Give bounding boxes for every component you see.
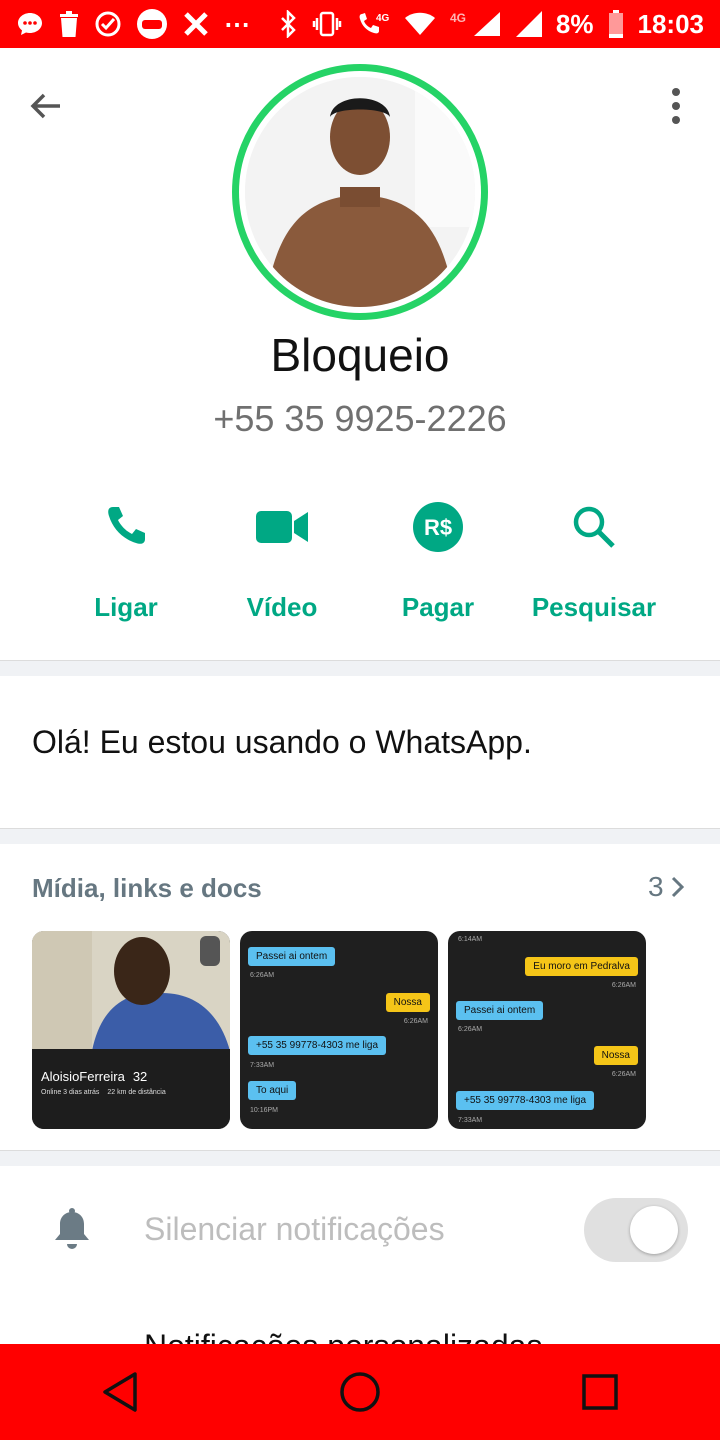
search-icon	[571, 497, 617, 556]
triangle-back-icon	[103, 1372, 137, 1412]
chat-bubble: +55 35 99778-4303 me liga	[248, 1036, 387, 1055]
media-count: 3	[648, 871, 664, 902]
chat-bubble: Nossa	[593, 1046, 638, 1065]
search-label: Pesquisar	[531, 592, 657, 622]
svg-text:4G: 4G	[450, 11, 466, 25]
about-text[interactable]: Olá! Eu estou usando o WhatsApp.	[32, 724, 532, 761]
chat-time: 7:33AM	[458, 1117, 483, 1124]
chat-time: 6:26AM	[458, 1026, 483, 1033]
square-recents-icon	[582, 1374, 618, 1410]
chat-bubble-icon	[16, 10, 44, 38]
chat-time: 6:26AM	[403, 1018, 428, 1025]
check-circle-icon	[94, 10, 122, 38]
media-section-title[interactable]: Mídia, links e docs	[32, 873, 262, 904]
chat-time: 6:26AM	[611, 1071, 636, 1078]
chat-time: 7:33AM	[250, 1062, 275, 1069]
contact-info-screen: Bloqueio +55 35 9925-2226 Ligar Vídeo R$…	[0, 48, 720, 1344]
call-button[interactable]: Ligar	[48, 493, 204, 623]
chat-bubble: Passei ai ontem	[248, 947, 336, 966]
video-call-button[interactable]: Vídeo	[204, 493, 360, 623]
arrow-back-icon	[30, 93, 60, 119]
thumb-profile-name: AloisioFerreira	[41, 1069, 125, 1084]
thumb-profile-status: Online 3 dias atrás	[41, 1089, 100, 1096]
section-divider	[0, 828, 720, 844]
signal-4g-icon: 4G	[450, 10, 502, 38]
phone-icon	[103, 497, 149, 556]
volte-call-icon: 4G	[356, 10, 390, 38]
chevron-right-icon	[671, 876, 684, 898]
back-button[interactable]	[26, 86, 66, 126]
media-thumbnail[interactable]: AloisioFerreira 32 Online 3 dias atrás 2…	[32, 931, 230, 1129]
call-label: Ligar	[94, 592, 158, 622]
media-thumbnails: AloisioFerreira 32 Online 3 dias atrás 2…	[32, 931, 646, 1129]
x-app-icon	[182, 10, 210, 38]
more-options-button[interactable]	[660, 86, 692, 126]
profile-photo[interactable]	[232, 64, 488, 320]
chat-bubble: Nossa	[385, 993, 430, 1012]
thumb-profile-distance: 22 km de distância	[107, 1089, 166, 1096]
payment-icon: R$	[412, 497, 464, 556]
back-nav-button[interactable]	[80, 1352, 160, 1432]
media-count-link[interactable]: 3	[648, 871, 686, 903]
circle-home-icon	[340, 1372, 380, 1412]
bell-icon	[52, 1208, 92, 1252]
more-notifications-icon: ⋯	[224, 8, 250, 39]
mute-toggle[interactable]	[584, 1198, 688, 1262]
custom-notifications-label[interactable]: Notificações personalizadas	[144, 1328, 542, 1344]
search-button[interactable]: Pesquisar	[516, 493, 672, 623]
chat-bubble: Eu moro em Pedralva	[525, 957, 638, 976]
wifi-icon	[404, 11, 436, 37]
chat-time: 6:26AM	[250, 972, 275, 979]
caixa-tem-icon	[136, 8, 168, 40]
contact-name: Bloqueio	[270, 329, 450, 381]
battery-percent: 8%	[555, 8, 594, 39]
contact-phone: +55 35 9925-2226	[213, 398, 507, 439]
svg-text:R$: R$	[424, 515, 452, 540]
section-divider	[0, 1150, 720, 1166]
status-bar: ⋯ 4G 4G 8% 18:03	[0, 0, 720, 48]
clock: 18:03	[637, 8, 705, 39]
more-vert-icon	[672, 88, 680, 124]
section-divider	[0, 660, 720, 676]
thumb-profile-age: 32	[132, 1069, 148, 1084]
pay-label: Pagar	[401, 592, 475, 622]
toggle-knob	[630, 1206, 678, 1254]
avatar	[245, 77, 475, 307]
trash-icon	[58, 11, 80, 37]
pay-button[interactable]: R$ Pagar	[360, 493, 516, 623]
media-thumbnail[interactable]: 6:14AM Eu moro em Pedralva 6:26AM Passei…	[448, 931, 646, 1129]
svg-text:4G: 4G	[376, 13, 390, 24]
mute-notifications-label: Silenciar notificações	[144, 1211, 445, 1247]
video-label: Vídeo	[246, 592, 318, 622]
video-icon	[256, 497, 308, 556]
chat-time: 6:14AM	[458, 936, 483, 943]
battery-icon	[608, 10, 624, 38]
action-bar: Ligar Vídeo R$ Pagar Pesquisar	[48, 493, 672, 623]
chat-bubble: To aqui	[248, 1081, 297, 1100]
navigation-bar	[0, 1344, 720, 1440]
media-thumbnail[interactable]: Passei ai ontem 6:26AM Nossa 6:26AM +55 …	[240, 931, 438, 1129]
chat-time: 10:16PM	[250, 1107, 279, 1114]
home-nav-button[interactable]	[320, 1352, 400, 1432]
signal-icon	[515, 11, 542, 37]
chat-time: 6:26AM	[611, 982, 636, 989]
chat-bubble: Passei ai ontem	[456, 1001, 544, 1020]
vibrate-icon	[312, 10, 342, 38]
recents-nav-button[interactable]	[560, 1352, 640, 1432]
chat-bubble: +55 35 99778-4303 me liga	[456, 1091, 595, 1110]
bluetooth-icon	[278, 10, 298, 38]
